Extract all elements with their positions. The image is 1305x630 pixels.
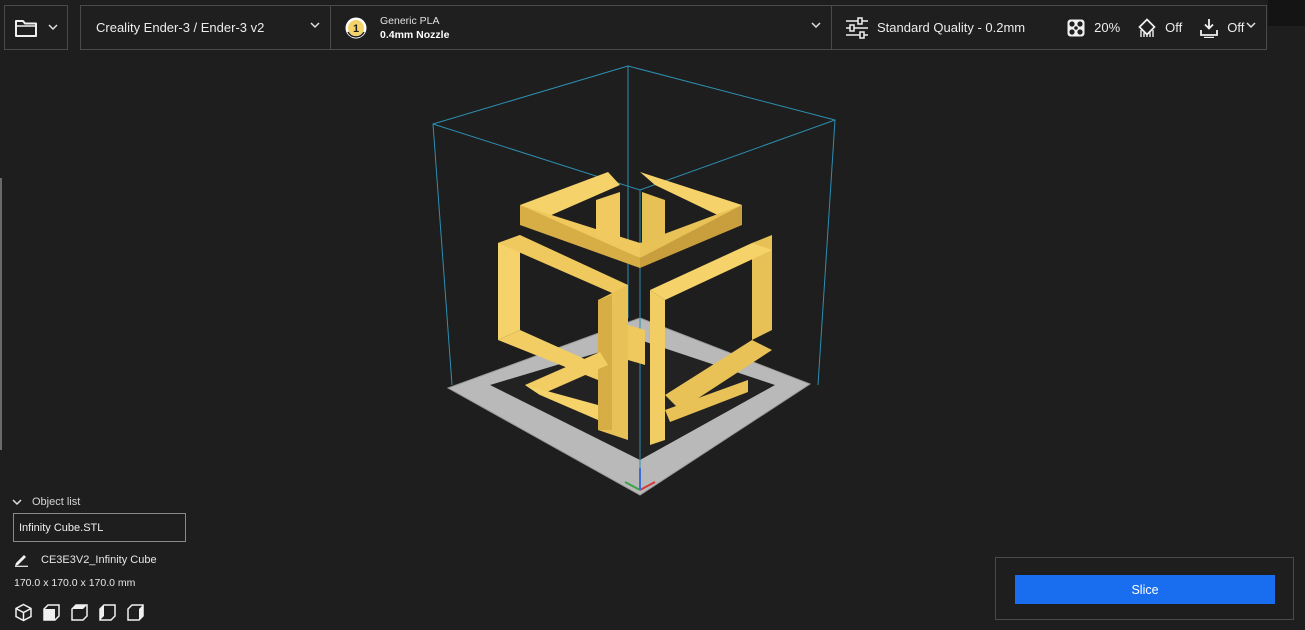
support-value: Off (1165, 20, 1183, 35)
chevron-down-icon (310, 22, 320, 29)
infill-setting[interactable]: 20% (1066, 18, 1120, 38)
open-file-button[interactable] (4, 5, 68, 50)
adhesion-value: Off (1227, 20, 1245, 35)
object-name-row[interactable]: CE3E3V2_Infinity Cube (14, 552, 157, 567)
print-settings-selector[interactable]: Standard Quality - 0.2mm 20% Off Off (832, 6, 1266, 49)
folder-icon (15, 19, 37, 37)
material-name: Generic PLA (380, 14, 440, 27)
printer-selector[interactable]: Creality Ender-3 / Ender-3 v2 (81, 6, 331, 49)
3d-viewport[interactable] (0, 50, 1305, 625)
object-name: CE3E3V2_Infinity Cube (41, 553, 157, 566)
quality-profile[interactable]: Standard Quality - 0.2mm (845, 16, 1026, 39)
object-list-toggle[interactable]: Object list (12, 496, 80, 508)
adhesion-icon (1200, 18, 1219, 38)
object-list-label: Object list (32, 496, 81, 508)
slice-button[interactable]: Slice (1015, 575, 1275, 604)
scene (432, 65, 836, 496)
view-top-icon[interactable] (70, 603, 89, 622)
infill-icon (1067, 19, 1085, 36)
extruder-badge-icon: 1 (345, 17, 367, 38)
quality-profile-label: Standard Quality - 0.2mm (877, 20, 1026, 35)
pencil-icon (15, 555, 28, 567)
left-panel-edge (0, 178, 2, 450)
printer-name: Creality Ender-3 / Ender-3 v2 (96, 20, 265, 35)
view-right-icon[interactable] (126, 603, 145, 622)
chevron-down-icon (48, 24, 58, 31)
chevron-down-icon (811, 22, 821, 29)
adhesion-setting[interactable]: Off (1199, 18, 1244, 38)
infill-value: 20% (1094, 20, 1121, 35)
sliders-icon (846, 16, 868, 39)
chevron-down-icon (1246, 22, 1256, 29)
view-left-icon[interactable] (98, 603, 117, 622)
view-3d-icon[interactable] (14, 603, 33, 622)
machine-settings-bar: Creality Ender-3 / Ender-3 v2 1 Generic … (80, 5, 1267, 50)
window-top-strip (1268, 0, 1305, 26)
view-front-icon[interactable] (42, 603, 61, 622)
slice-panel: Slice (995, 557, 1294, 620)
chevron-down-icon (12, 498, 22, 505)
extruder-badge-number: 1 (353, 23, 359, 35)
object-dimensions: 170.0 x 170.0 x 170.0 mm (14, 577, 136, 589)
object-list-item[interactable]: Infinity Cube.STL (13, 513, 186, 542)
material-selector[interactable]: 1 Generic PLA 0.4mm Nozzle (331, 6, 832, 49)
support-icon (1138, 17, 1156, 37)
nozzle-size: 0.4mm Nozzle (380, 28, 450, 41)
camera-view-buttons (14, 603, 145, 622)
support-setting[interactable]: Off (1137, 17, 1183, 38)
